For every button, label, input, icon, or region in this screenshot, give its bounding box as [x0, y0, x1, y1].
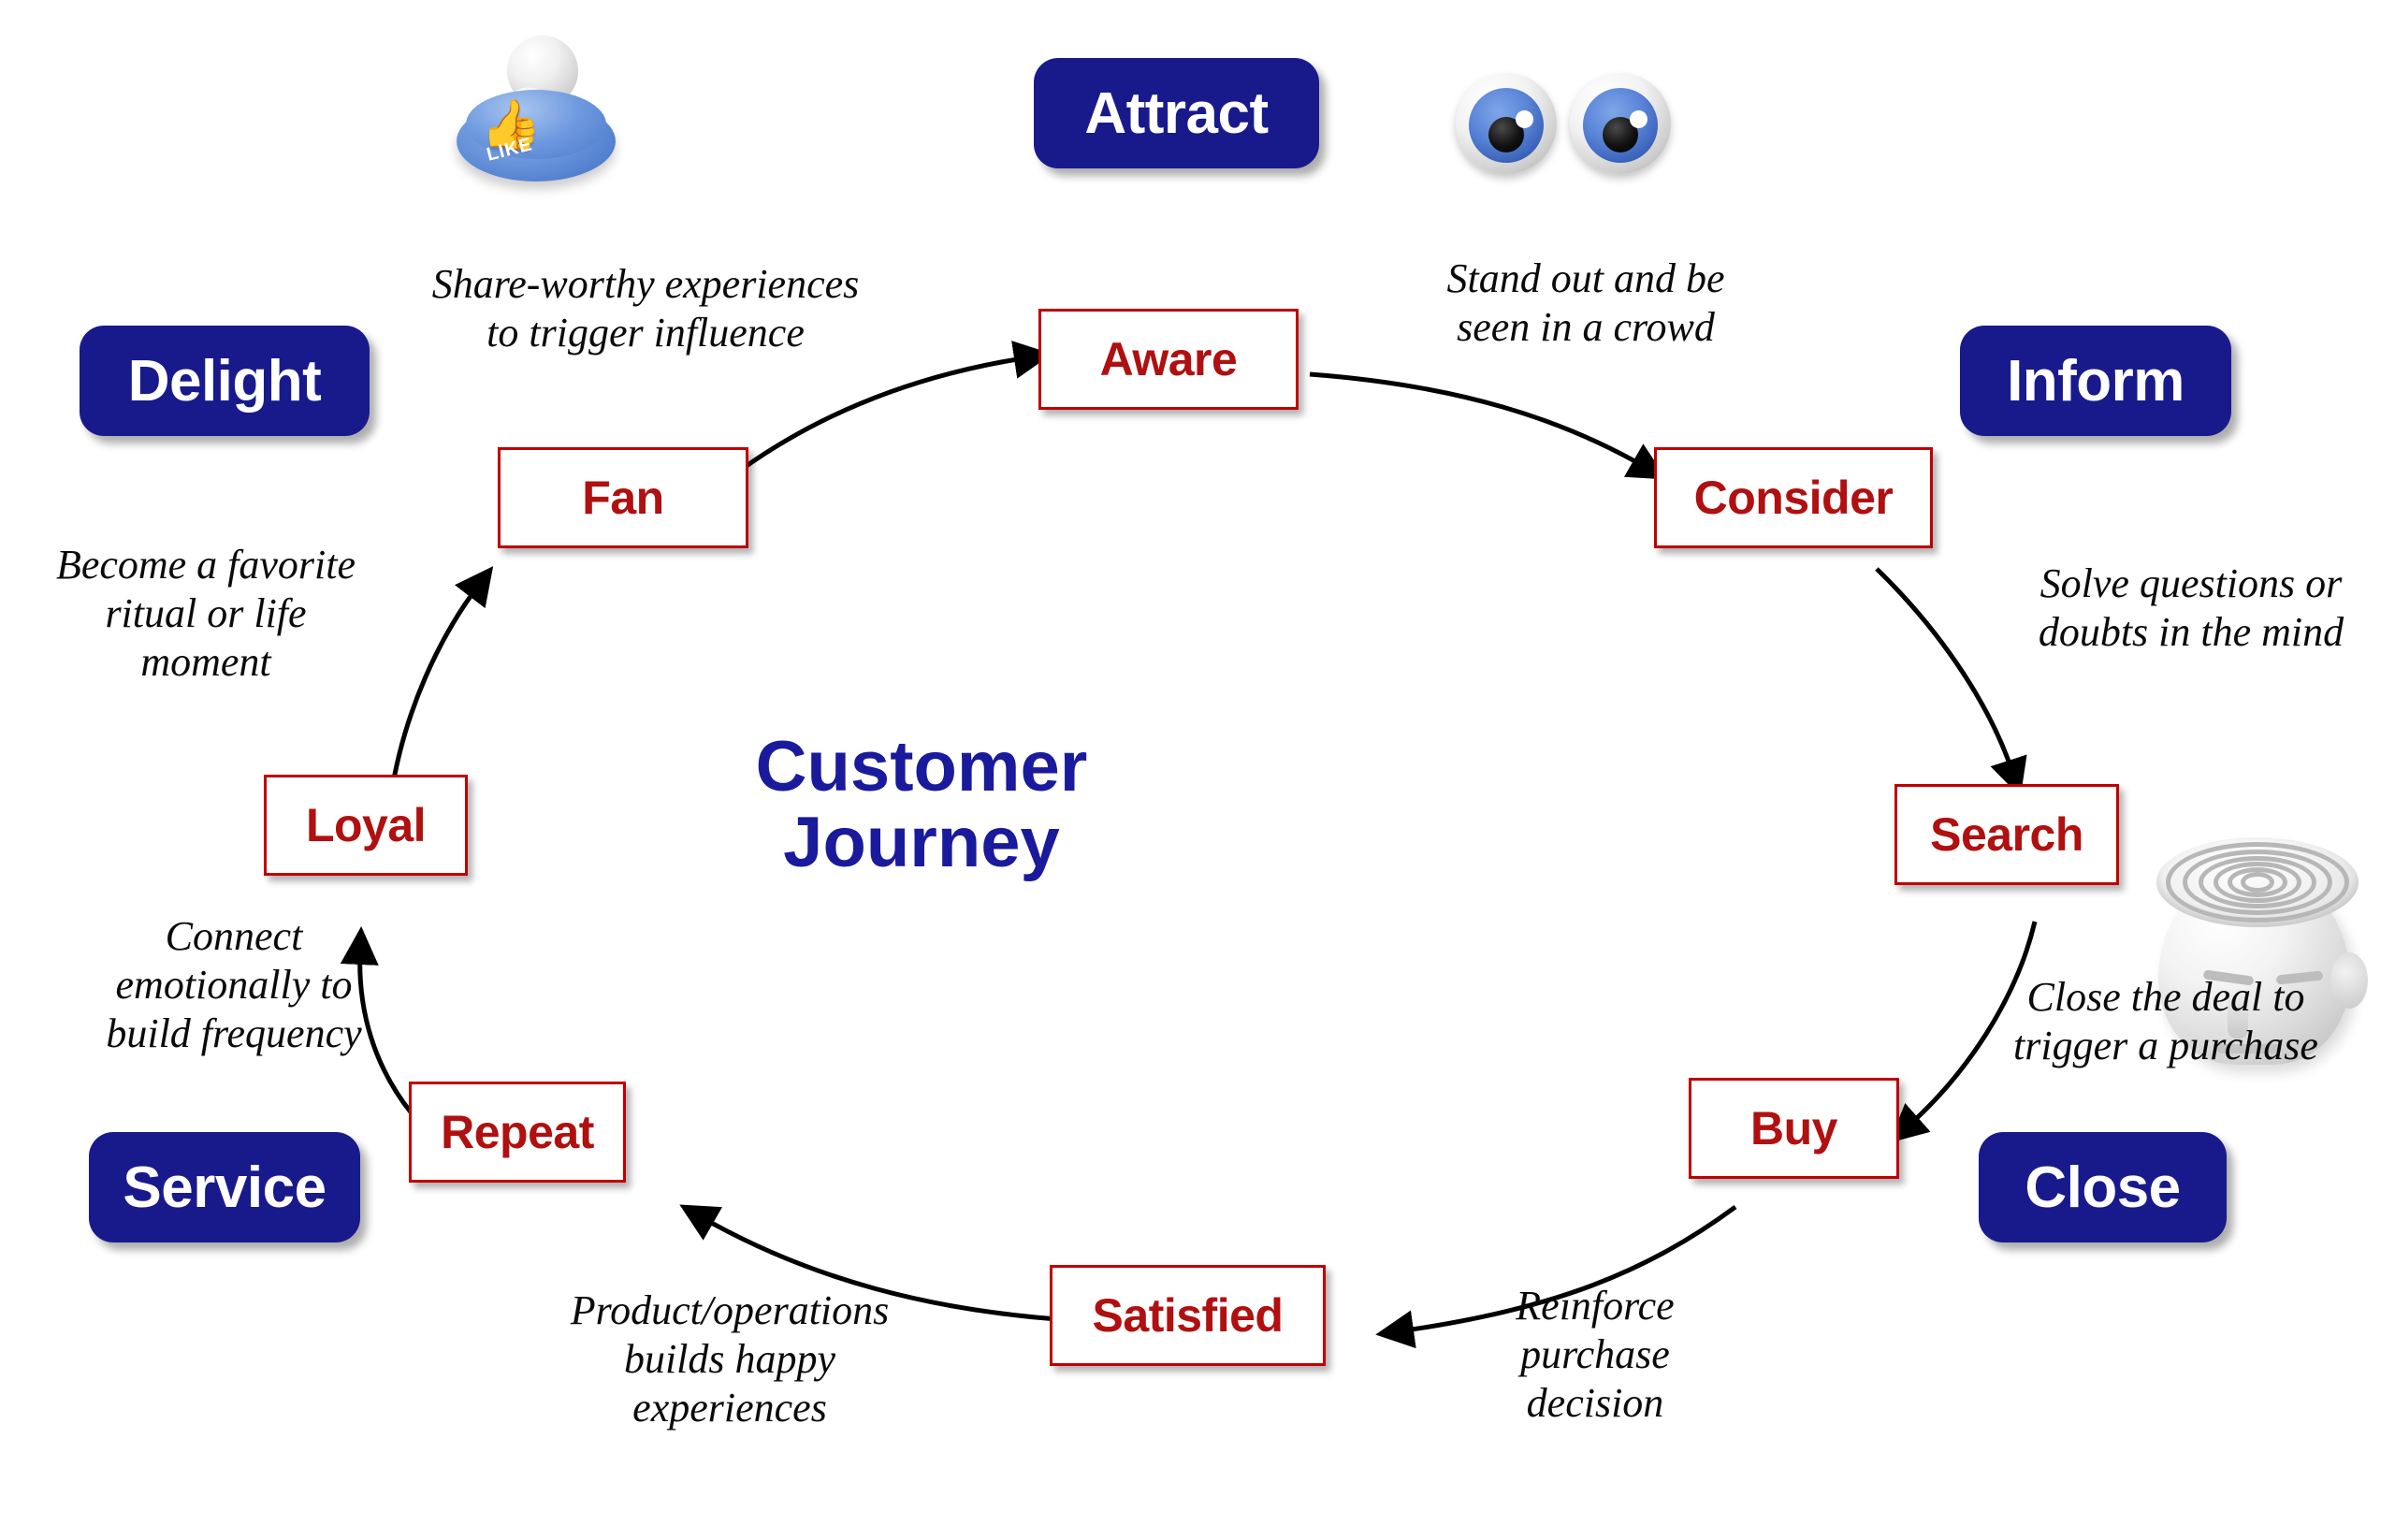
- left-eyeball: [1456, 73, 1557, 174]
- phase-label-delight: Delight: [127, 348, 322, 414]
- arrow-consider-to-search: [1875, 567, 2027, 797]
- phase-label-inform: Inform: [2007, 348, 2185, 414]
- arrow-fan-to-aware: [742, 341, 1052, 471]
- phase-badge-service[interactable]: Service: [89, 1132, 360, 1242]
- caption-buy: Reinforce purchase decision: [1516, 1283, 1675, 1426]
- stage-box-loyal[interactable]: Loyal: [264, 775, 468, 876]
- stage-label-fan: Fan: [582, 472, 664, 524]
- caption-inform: Solve questions or doubts in the mind: [2038, 560, 2344, 655]
- caption-service: Product/operations builds happy experien…: [570, 1287, 890, 1431]
- stage-box-consider[interactable]: Consider: [1654, 447, 1933, 548]
- stage-box-satisfied[interactable]: Satisfied: [1050, 1265, 1326, 1366]
- brain-maze-icon: [2156, 837, 2359, 927]
- phase-badge-attract[interactable]: Attract: [1034, 58, 1319, 168]
- eyes-icon: [1456, 73, 1671, 174]
- stage-label-aware: Aware: [1099, 333, 1238, 385]
- stage-label-loyal: Loyal: [305, 799, 427, 851]
- caption-attract: Stand out and be seen in a crowd: [1446, 255, 1725, 350]
- stage-box-fan[interactable]: Fan: [498, 447, 748, 548]
- stage-box-buy[interactable]: Buy: [1689, 1078, 1899, 1179]
- phase-badge-close[interactable]: Close: [1979, 1132, 2227, 1242]
- page-title: Customer Journey: [755, 727, 1088, 882]
- phase-badge-delight[interactable]: Delight: [80, 326, 370, 436]
- phase-badge-inform[interactable]: Inform: [1960, 326, 2231, 436]
- stage-label-search: Search: [1930, 808, 2083, 861]
- stage-box-search[interactable]: Search: [1894, 784, 2119, 885]
- phase-label-service: Service: [123, 1155, 327, 1220]
- arrow-loyal-to-fan: [388, 566, 494, 796]
- stage-label-consider: Consider: [1693, 472, 1894, 524]
- caption-fan: Share-worthy experiences to trigger infl…: [431, 261, 860, 356]
- stage-box-repeat[interactable]: Repeat: [409, 1082, 626, 1183]
- phase-label-close: Close: [2025, 1155, 2181, 1220]
- caption-delight: Become a favorite ritual or life moment: [55, 542, 356, 685]
- stage-label-buy: Buy: [1750, 1102, 1837, 1155]
- like-button-icon: 👍 LIKE: [449, 28, 627, 187]
- caption-repeat: Connect emotionally to build frequency: [106, 913, 362, 1056]
- target-with-people-icon: [1095, 1534, 1516, 1540]
- stage-label-satisfied: Satisfied: [1092, 1289, 1284, 1342]
- stage-box-aware[interactable]: Aware: [1038, 309, 1299, 410]
- caption-close: Close the deal to trigger a purchase: [2013, 974, 2318, 1068]
- right-eyeball: [1570, 73, 1671, 174]
- customer-journey-diagram: 👍 LIKE Customer Journey Attract Inform C…: [0, 0, 2395, 1540]
- phase-label-attract: Attract: [1084, 80, 1269, 146]
- stage-label-repeat: Repeat: [441, 1106, 594, 1158]
- arrow-aware-to-consider: [1309, 371, 1667, 480]
